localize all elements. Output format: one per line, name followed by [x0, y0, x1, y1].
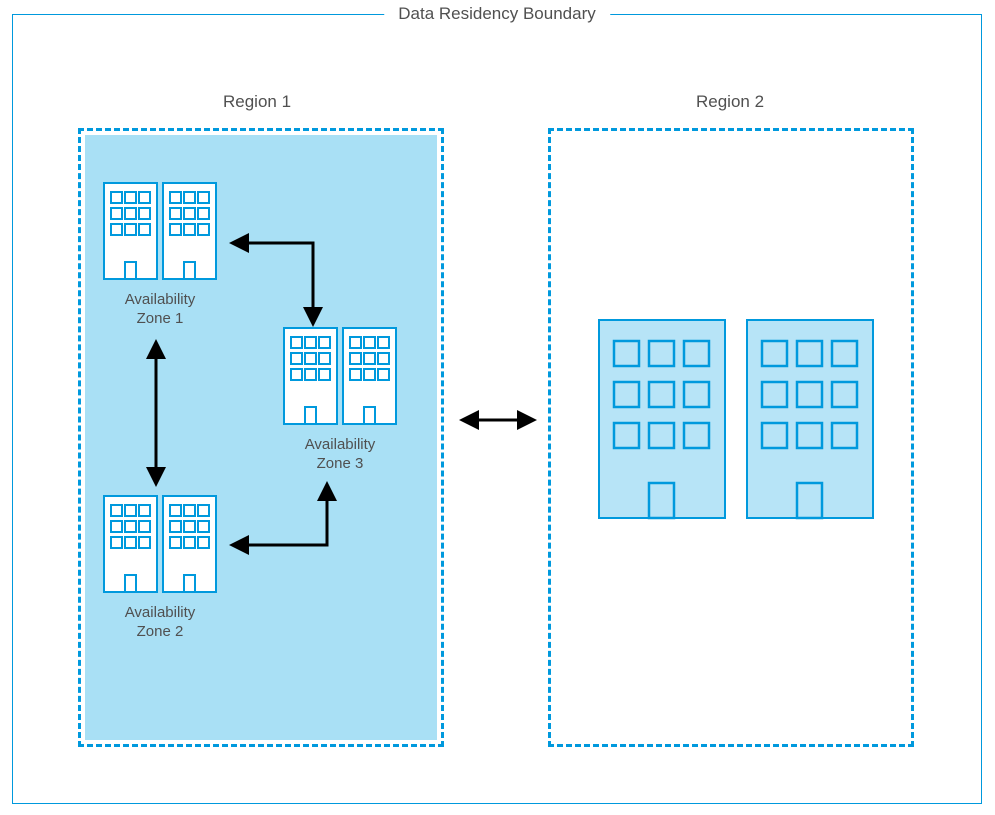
- region2-buildings: [597, 318, 875, 520]
- boundary-label: Data Residency Boundary: [384, 4, 610, 24]
- datacenter-building-icon: [103, 495, 158, 593]
- arrow-region1-region2: [455, 405, 545, 435]
- zone-label-line: Availability: [125, 604, 196, 621]
- zone2-label: Availability Zone 2: [103, 604, 217, 642]
- zone3-buildings: [283, 327, 397, 425]
- zone-label-line: Availability: [125, 291, 196, 308]
- data-residency-boundary: Data Residency Boundary Region 1 Region …: [12, 14, 982, 804]
- zone1-label: Availability Zone 1: [103, 291, 217, 329]
- availability-zone-3: Availability Zone 3: [283, 327, 397, 474]
- arrow-zone1-zone2: [141, 335, 171, 495]
- zone2-buildings: [103, 495, 217, 593]
- availability-zone-1: Availability Zone 1: [103, 182, 217, 329]
- datacenter-building-icon: [162, 182, 217, 280]
- zone-label-line: Zone 2: [137, 623, 184, 640]
- region1-label: Region 1: [223, 92, 291, 112]
- arrow-zone2-zone3: [223, 475, 353, 565]
- datacenter-building-icon: [162, 495, 217, 593]
- datacenter-building-icon: [342, 327, 397, 425]
- datacenter-building-icon: [283, 327, 338, 425]
- availability-zone-2: Availability Zone 2: [103, 495, 217, 642]
- zone1-buildings: [103, 182, 217, 280]
- diagram-canvas: Data Residency Boundary Region 1 Region …: [0, 0, 995, 815]
- zone3-label: Availability Zone 3: [283, 436, 397, 474]
- region2-label: Region 2: [696, 92, 764, 112]
- zone-label-line: Zone 3: [317, 455, 364, 472]
- arrow-zone1-zone3: [223, 225, 343, 335]
- datacenter-building-icon: [103, 182, 158, 280]
- zone-label-line: Availability: [305, 436, 376, 453]
- datacenter-building-large-icon: [597, 318, 727, 520]
- datacenter-building-large-icon: [745, 318, 875, 520]
- zone-label-line: Zone 1: [137, 310, 184, 327]
